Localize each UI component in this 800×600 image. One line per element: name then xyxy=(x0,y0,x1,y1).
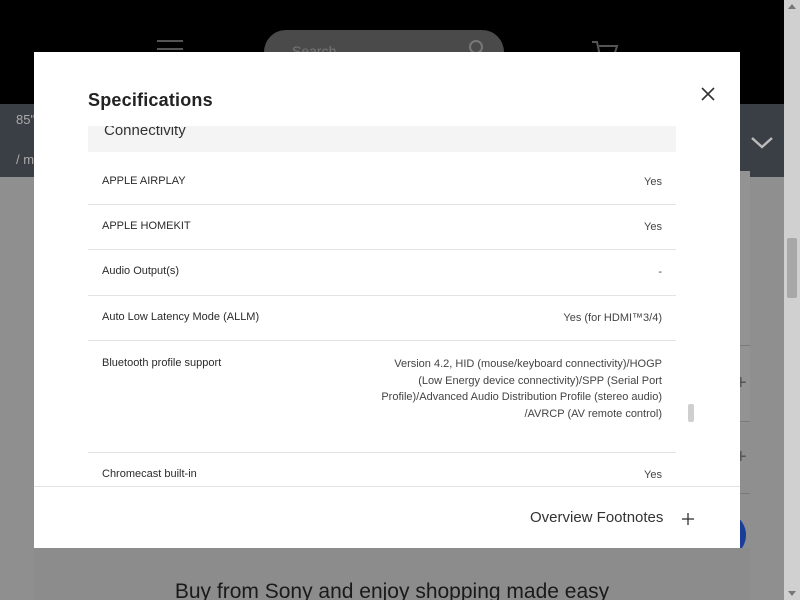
section-title: Connectivity xyxy=(104,126,186,139)
spec-label: APPLE AIRPLAY xyxy=(102,175,186,187)
spec-label: APPLE HOMEKIT xyxy=(102,220,191,232)
scroll-down-arrow[interactable] xyxy=(788,591,796,596)
plus-icon xyxy=(682,513,694,525)
section-heading: Connectivity xyxy=(88,126,676,152)
spec-row: Auto Low Latency Mode (ALLM) Yes (for HD… xyxy=(88,296,676,341)
spec-label: Bluetooth profile support xyxy=(102,357,222,369)
close-icon[interactable] xyxy=(698,84,718,104)
page-scrollbar[interactable] xyxy=(784,0,800,600)
spec-row: Audio Output(s) - xyxy=(88,250,676,296)
spec-list[interactable]: Connectivity APPLE AIRPLAY Yes APPLE HOM… xyxy=(88,126,676,486)
promo-banner: Buy from Sony and enjoy shopping made ea… xyxy=(34,548,750,600)
spec-value: Version 4.2, HID (mouse/keyboard connect… xyxy=(381,358,662,420)
spec-value: Yes (for HDMI™3/4) xyxy=(563,312,662,324)
divider xyxy=(740,493,750,494)
spec-row: Bluetooth profile support Version 4.2, H… xyxy=(88,341,676,453)
divider xyxy=(740,421,750,422)
modal-title: Specifications xyxy=(88,90,213,110)
chevron-down-icon[interactable] xyxy=(748,132,776,152)
modal-footer: Overview Footnotes xyxy=(34,486,740,548)
spec-row: APPLE AIRPLAY Yes xyxy=(88,152,676,205)
spec-value: Yes xyxy=(644,469,662,481)
spec-value: Yes xyxy=(644,176,662,188)
footnotes-label: Overview Footnotes xyxy=(530,509,664,526)
scrollbar-thumb[interactable] xyxy=(787,238,797,298)
divider xyxy=(740,345,750,346)
spec-label: Auto Low Latency Mode (ALLM) xyxy=(102,311,260,323)
specifications-modal: Specifications Connectivity APPLE AIRPLA… xyxy=(34,52,740,548)
spec-label: Audio Output(s) xyxy=(102,265,180,277)
scroll-up-arrow[interactable] xyxy=(788,4,796,9)
model-label: 85" xyxy=(16,112,36,127)
overview-footnotes-button[interactable]: Overview Footnotes xyxy=(530,509,694,529)
spec-label: Chromecast built-in xyxy=(102,468,197,480)
spec-row: APPLE HOMEKIT Yes xyxy=(88,205,676,250)
spec-row: Chromecast built-in Yes xyxy=(88,453,676,486)
modal-scrollbar-thumb[interactable] xyxy=(688,404,694,422)
spec-value: Yes xyxy=(644,221,662,233)
spec-value: - xyxy=(658,266,662,278)
breadcrumb[interactable]: / m xyxy=(16,152,34,167)
promo-text: Buy from Sony and enjoy shopping made ea… xyxy=(174,580,610,600)
